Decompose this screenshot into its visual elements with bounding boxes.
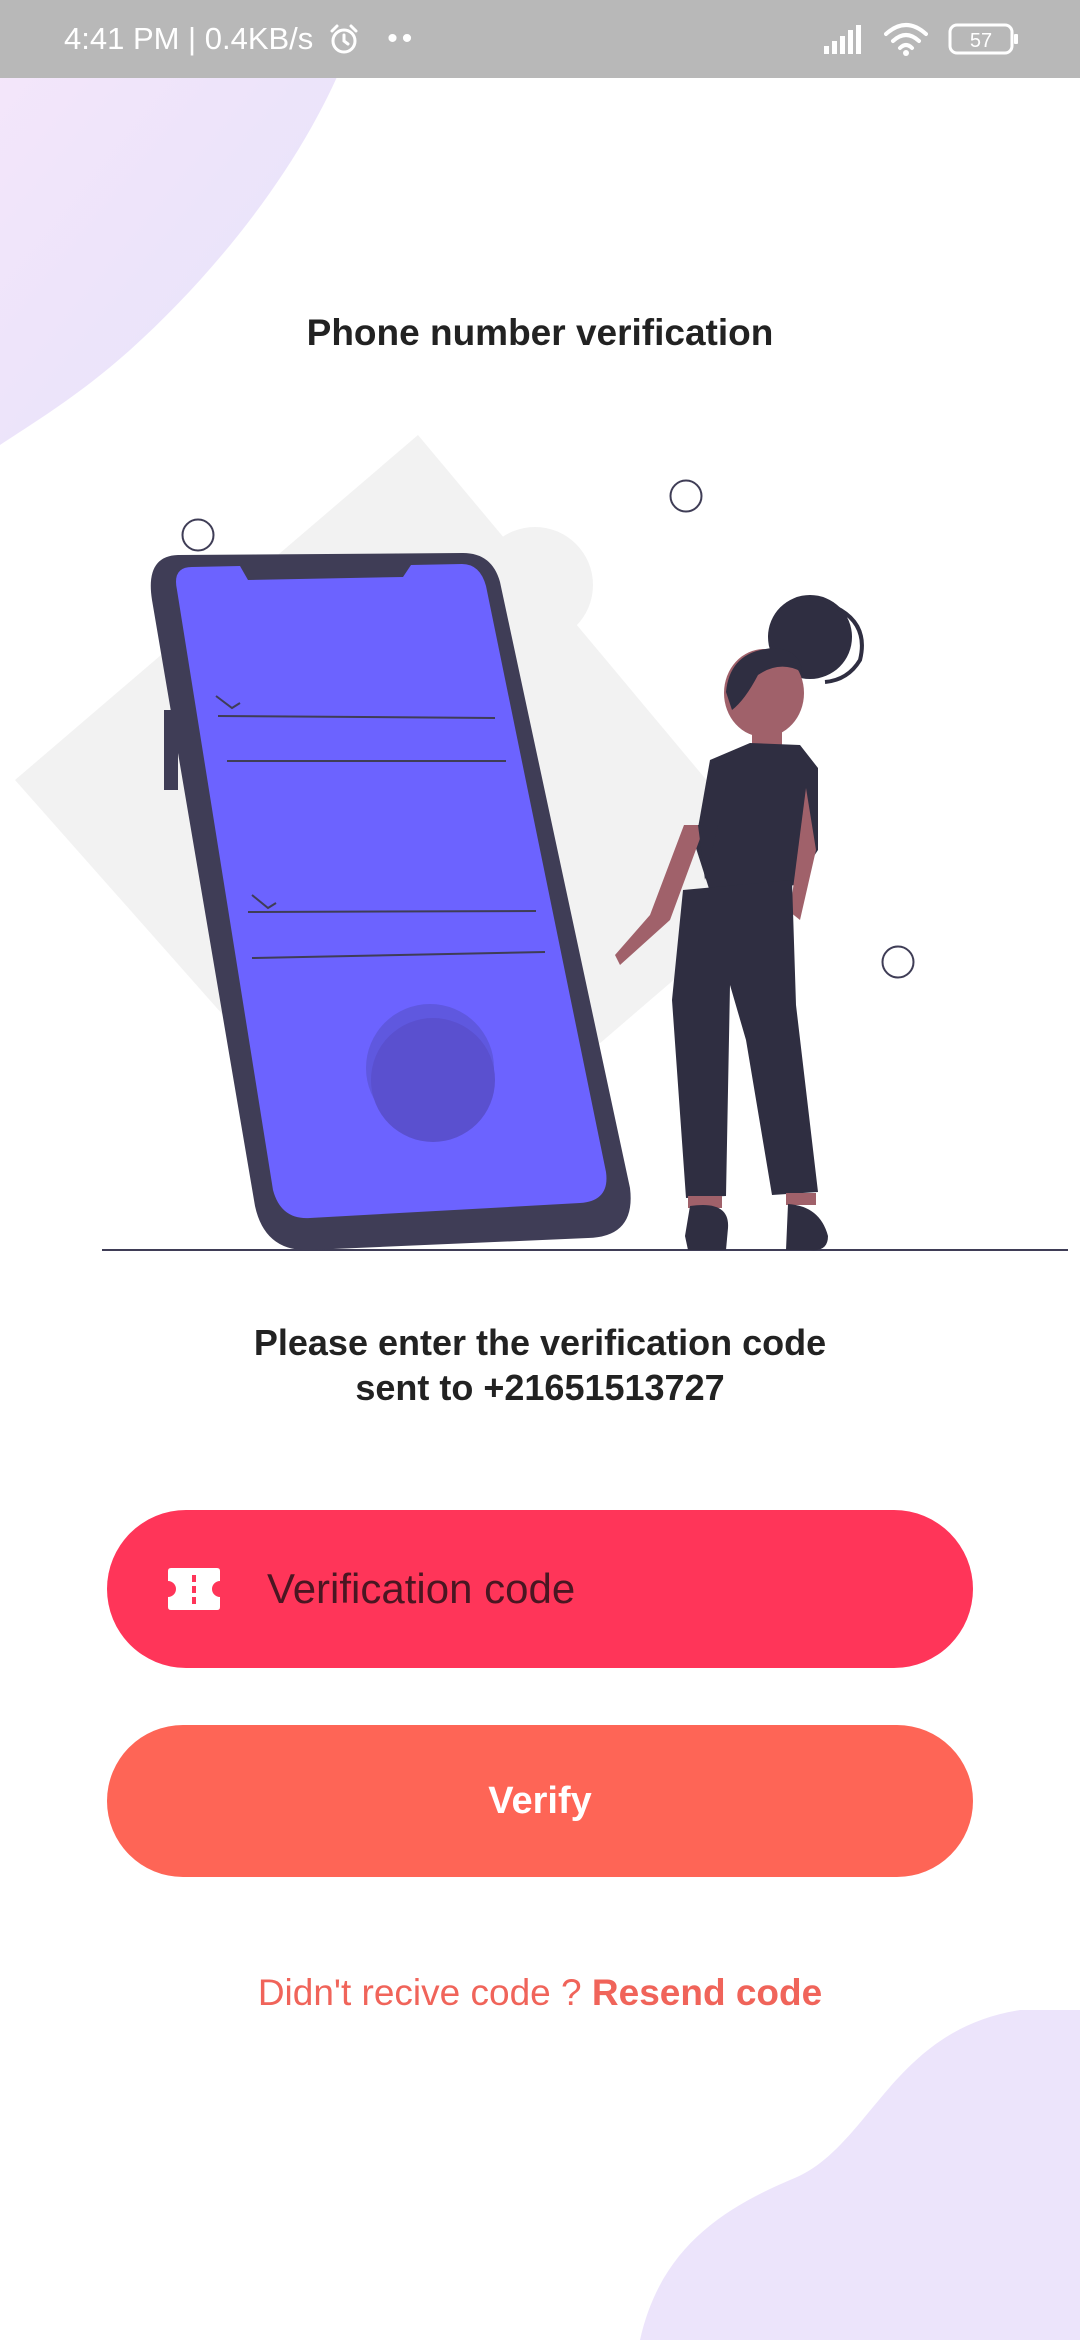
status-left: 4:41 PM | 0.4KB/s ••	[64, 21, 416, 57]
resend-question: Didn't recive code ?	[257, 1972, 582, 2013]
status-bar: 4:41 PM | 0.4KB/s •• 57	[0, 0, 1080, 78]
verification-code-field[interactable]	[107, 1510, 973, 1668]
page-title: Phone number verification	[306, 312, 774, 353]
prompt-line-2: sent to +21651513727	[355, 1367, 725, 1408]
verification-prompt: Please enter the verification code sent …	[140, 1320, 940, 1410]
battery-level: 57	[970, 30, 992, 52]
alarm-icon	[330, 24, 358, 54]
wifi-icon	[884, 23, 928, 56]
prompt-line-1: Please enter the verification code	[253, 1322, 827, 1363]
resend-code-link[interactable]: Resend code	[592, 1972, 822, 2013]
battery-icon: 57	[948, 23, 1018, 55]
status-right: 57	[822, 22, 1020, 56]
verification-code-input[interactable]	[265, 1548, 973, 1630]
verify-button[interactable]: Verify	[107, 1725, 973, 1877]
status-time-speed: 4:41 PM | 0.4KB/s	[64, 21, 314, 56]
signal-icon	[824, 25, 861, 54]
decorative-blob-bottom	[640, 2010, 1080, 2340]
notification-dots: ••	[387, 22, 417, 55]
ticket-icon	[167, 1566, 221, 1612]
resend-row: Didn't recive code ? Resend code	[0, 1972, 1080, 2014]
verification-illustration	[15, 435, 1068, 1251]
